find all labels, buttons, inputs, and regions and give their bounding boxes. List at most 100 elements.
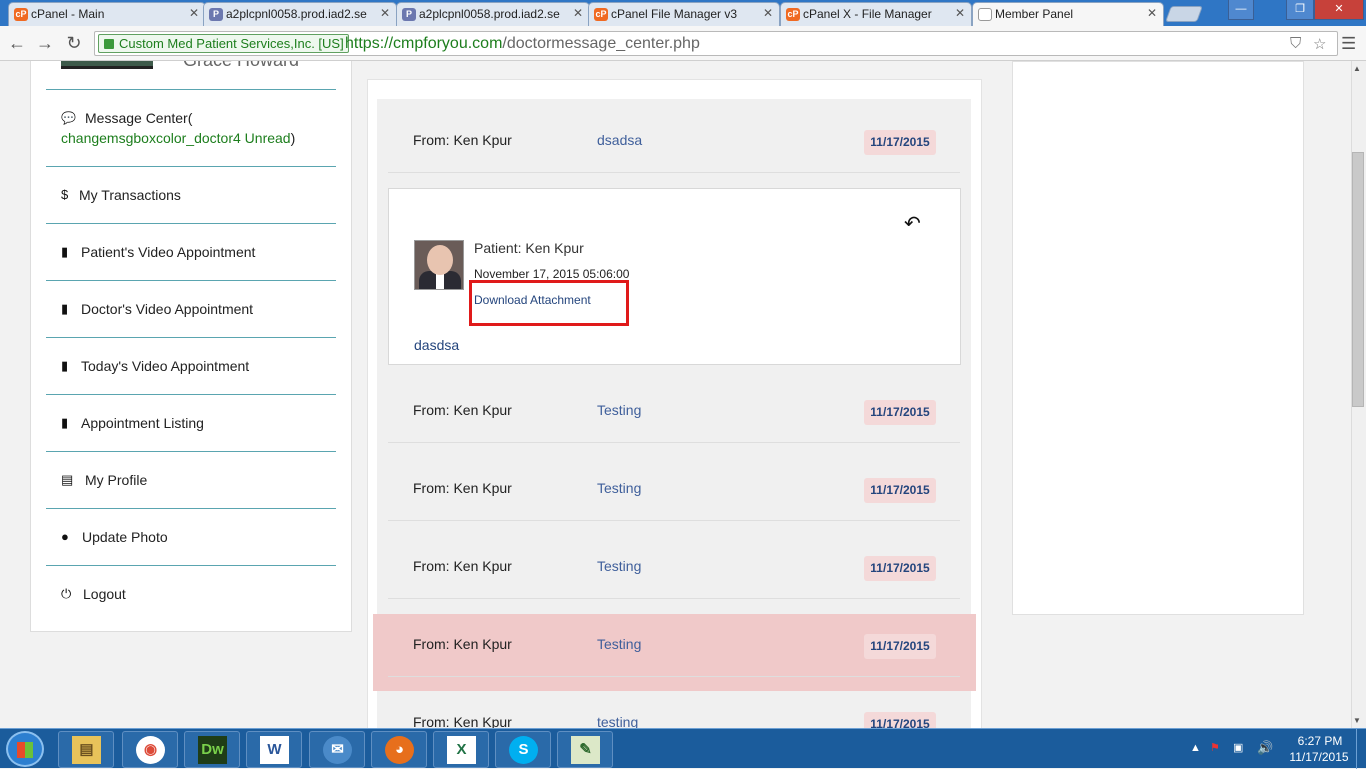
message-center-close: )	[290, 130, 296, 146]
tab-cpanel-main[interactable]: cP cPanel - Main ✕	[8, 2, 206, 26]
power-icon: ⏻	[61, 586, 72, 601]
window-close-button[interactable]: ✕	[1314, 0, 1364, 20]
message-row[interactable]: From: Ken Kpur Testing 11/17/2015	[388, 365, 960, 443]
bookmark-icon: ▮	[61, 358, 69, 373]
reload-icon[interactable]: ↻	[63, 32, 85, 54]
close-icon[interactable]: ✕	[573, 6, 583, 20]
sidebar-item-label: Logout	[83, 586, 126, 602]
tab-member-panel[interactable]: Member Panel ✕	[972, 2, 1164, 26]
taskbar-chrome[interactable]: ◉	[122, 731, 178, 768]
sidebar-item-logout[interactable]: ⏻ Logout	[46, 565, 336, 622]
message-sender: From: Ken Kpur	[413, 558, 512, 574]
clock-date[interactable]: 11/17/2015	[1284, 750, 1354, 764]
forward-arrow-icon[interactable]: →	[34, 32, 56, 54]
message-subject-link[interactable]: testing	[597, 714, 638, 728]
user-name: Grace Howard	[183, 61, 299, 71]
close-icon[interactable]: ✕	[955, 6, 965, 20]
cpanel-icon: cP	[594, 8, 608, 21]
sidebar-item-label: Patient's Video Appointment	[81, 244, 256, 260]
tab-cpanel-x-file-manager[interactable]: cP cPanel X - File Manager ✕	[780, 2, 972, 26]
download-attachment-link[interactable]: Download Attachment	[474, 293, 591, 307]
taskbar-excel[interactable]: X	[433, 731, 489, 768]
clock-time[interactable]: 6:27 PM	[1290, 734, 1350, 748]
file-explorer-icon: ▤	[72, 736, 101, 764]
shield-icon[interactable]: ⛉	[1290, 35, 1301, 52]
url-text[interactable]: https://cmpforyou.com/doctormessage_cent…	[345, 35, 700, 53]
message-sender: From: Ken Kpur	[413, 636, 512, 652]
message-row[interactable]: From: Ken Kpur Testing 11/17/2015	[388, 521, 960, 599]
sidebar-item-my-profile[interactable]: ▤ My Profile	[46, 451, 336, 508]
chrome-icon: ◉	[136, 736, 165, 764]
tab-title: cPanel File Manager v3	[611, 7, 738, 21]
sidebar-item-appointment-listing[interactable]: ▮ Appointment Listing	[46, 394, 336, 451]
volume-icon[interactable]: 🔊	[1257, 740, 1273, 756]
close-icon[interactable]: ✕	[1147, 6, 1157, 20]
sidebar-item-patients-video-appointment[interactable]: ▮ Patient's Video Appointment	[46, 223, 336, 280]
maximize-button[interactable]: ❐	[1286, 0, 1314, 20]
message-datetime: November 17, 2015 05:06:00	[474, 267, 630, 281]
taskbar-notepad[interactable]: ✎	[557, 731, 613, 768]
tab-phpmyadmin-1[interactable]: P a2plcpnl0058.prod.iad2.se ✕	[203, 2, 397, 26]
sidebar-item-message-center[interactable]: 💬 Message Center( changemsgboxcolor_doct…	[46, 89, 336, 166]
new-tab-button[interactable]	[1165, 6, 1203, 22]
taskbar-skype[interactable]: S	[495, 731, 551, 768]
message-sender: From: Ken Kpur	[413, 132, 512, 148]
message-subject-link[interactable]: Testing	[597, 636, 641, 652]
notepad-icon: ✎	[571, 736, 600, 764]
message-body: dasdsa	[414, 337, 460, 353]
sidebar-item-update-photo[interactable]: ● Update Photo	[46, 508, 336, 565]
browser-menu-icon[interactable]: ☰	[1341, 34, 1356, 54]
cpanel-icon: cP	[786, 8, 800, 21]
message-row[interactable]: From: Ken Kpur Testing 11/17/2015	[388, 443, 960, 521]
windows-logo-icon	[17, 742, 33, 758]
message-subject-link[interactable]: dsadsa	[597, 132, 642, 148]
sidebar-item-todays-video-appointment[interactable]: ▮ Today's Video Appointment	[46, 337, 336, 394]
taskbar-thunderbird[interactable]: ✉	[309, 731, 365, 768]
scroll-up-arrow-icon[interactable]: ▲	[1353, 64, 1361, 73]
message-subject-link[interactable]: Testing	[597, 480, 641, 496]
bookmark-star-icon[interactable]: ☆	[1313, 35, 1326, 53]
taskbar-dreamweaver[interactable]: Dw	[184, 731, 240, 768]
message-subject-link[interactable]: Testing	[597, 558, 641, 574]
message-center-label: Message Center(	[85, 110, 193, 126]
close-icon[interactable]: ✕	[763, 6, 773, 20]
sidebar-item-label: Doctor's Video Appointment	[81, 301, 254, 317]
taskbar-firefox[interactable]: ◕	[371, 731, 427, 768]
firefox-icon: ◕	[385, 736, 414, 764]
show-hidden-icons-icon[interactable]: ▲	[1190, 742, 1201, 754]
reply-icon[interactable]: ↶	[904, 211, 921, 236]
close-icon[interactable]: ✕	[189, 6, 199, 20]
taskbar-word[interactable]: W	[246, 731, 302, 768]
excel-icon: X	[447, 736, 476, 764]
message-sender: From: Ken Kpur	[413, 402, 512, 418]
url-path: /doctormessage_center.php	[502, 35, 700, 52]
message-row[interactable]: From: Ken Kpur dsadsa 11/17/2015	[388, 95, 960, 173]
message-sender: From: Ken Kpur	[413, 714, 512, 728]
message-date-badge: 11/17/2015	[864, 712, 936, 728]
ev-certificate-badge[interactable]: Custom Med Patient Services,Inc. [US]	[98, 34, 349, 53]
patient-name: Patient: Ken Kpur	[474, 240, 584, 256]
right-panel	[1012, 61, 1304, 615]
start-button[interactable]	[6, 731, 44, 767]
action-center-icon[interactable]: ⚑	[1210, 741, 1220, 754]
network-icon[interactable]: ▣	[1233, 741, 1243, 754]
id-card-icon: ▤	[61, 472, 74, 487]
cpanel-icon: cP	[14, 8, 28, 21]
show-desktop-button[interactable]	[1356, 729, 1366, 769]
taskbar-file-explorer[interactable]: ▤	[58, 731, 114, 768]
tab-phpmyadmin-2[interactable]: P a2plcpnl0058.prod.iad2.se ✕	[396, 2, 590, 26]
message-row[interactable]: From: Ken Kpur Testing 11/17/2015	[388, 599, 960, 677]
message-subject-link[interactable]: Testing	[597, 402, 641, 418]
certificate-label: Custom Med Patient Services,Inc. [US]	[119, 36, 344, 51]
address-bar[interactable]: Custom Med Patient Services,Inc. [US] ht…	[94, 31, 1338, 56]
message-row[interactable]: From: Ken Kpur testing 11/17/2015	[388, 677, 960, 728]
scroll-down-arrow-icon[interactable]: ▼	[1353, 716, 1361, 725]
sidebar-item-my-transactions[interactable]: $ My Transactions	[46, 166, 336, 223]
close-icon[interactable]: ✕	[380, 6, 390, 20]
tab-title: cPanel - Main	[31, 7, 105, 21]
minimize-button[interactable]: —	[1228, 0, 1254, 20]
sidebar-item-doctors-video-appointment[interactable]: ▮ Doctor's Video Appointment	[46, 280, 336, 337]
back-arrow-icon[interactable]: ←	[6, 32, 28, 54]
scrollbar-thumb[interactable]	[1352, 152, 1364, 407]
tab-cpanel-file-manager-v3[interactable]: cP cPanel File Manager v3 ✕	[588, 2, 780, 26]
